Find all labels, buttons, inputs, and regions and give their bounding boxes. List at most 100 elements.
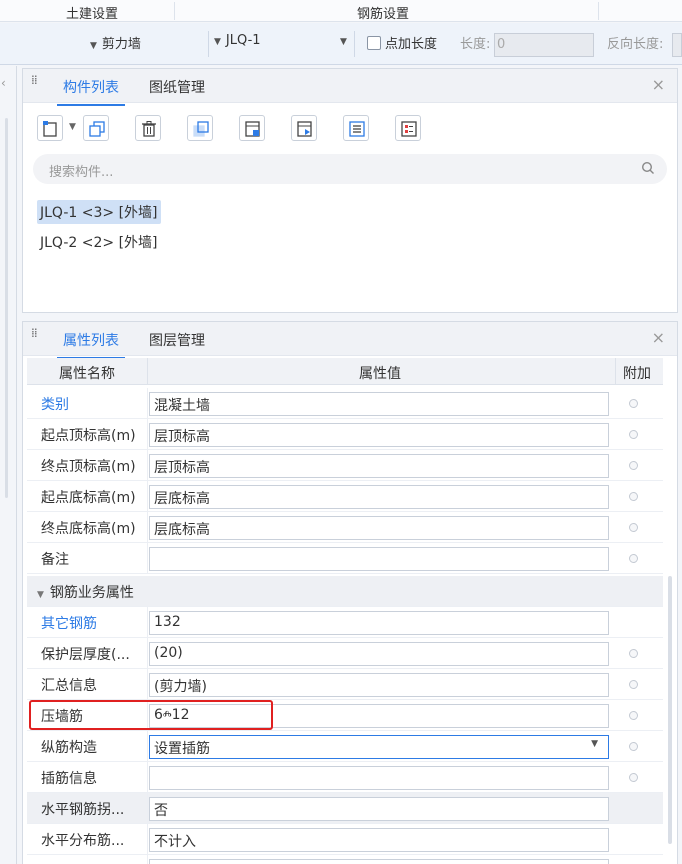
- table-row: 类别 混凝土墙: [27, 388, 663, 419]
- extra-radio[interactable]: [629, 742, 638, 751]
- property-value-field[interactable]: 层底标高: [149, 516, 609, 540]
- extra-radio[interactable]: [629, 711, 638, 720]
- header-property-value: 属性值: [359, 366, 401, 382]
- copy-layer-icon[interactable]: [187, 115, 213, 141]
- table-row: 汇总信息 (剪力墙): [27, 669, 663, 700]
- property-value-field[interactable]: (剪力墙): [149, 673, 609, 697]
- table-header: 属性名称 属性值 附加: [27, 358, 663, 385]
- property-value-field[interactable]: 不计入: [149, 828, 609, 852]
- divider: [147, 358, 148, 385]
- property-name: 类别: [41, 397, 69, 413]
- table-row: 其它钢筋 132: [27, 607, 663, 638]
- tab-property-list[interactable]: 属性列表: [57, 330, 125, 359]
- group-row-rebar[interactable]: ▼ 钢筋业务属性: [27, 576, 663, 607]
- delete-icon[interactable]: [135, 115, 161, 141]
- component-list-panel: ⁞⁞ 构件列表 图纸管理 × ▼ 搜索构件... JLQ-1 <3> [外墙] …: [22, 68, 678, 313]
- extra-radio[interactable]: [629, 430, 638, 439]
- search-placeholder: 搜索构件...: [49, 165, 114, 180]
- table-row: 插筋信息: [27, 762, 663, 793]
- table-row: 起点底标高(m) 层底标高: [27, 481, 663, 512]
- component-name-select[interactable]: ▼ JLQ-1: [214, 33, 261, 55]
- drag-handle-icon[interactable]: ⁞⁞: [31, 74, 39, 86]
- toolbar: ▼ 剪力墙 ▼ JLQ-1 ▼ 点加长度 长度: 0 反向长度:: [0, 23, 682, 65]
- search-icon[interactable]: [641, 161, 655, 179]
- component-type-select[interactable]: ▼ 剪力墙: [90, 33, 141, 55]
- rebar-group-label: ▼ 钢筋业务属性: [37, 585, 134, 601]
- tab-component-list[interactable]: 构件列表: [57, 77, 125, 106]
- chevron-down-icon[interactable]: ▼: [69, 122, 76, 132]
- component-search-input[interactable]: 搜索构件...: [33, 154, 667, 184]
- checkbox-icon[interactable]: [367, 36, 381, 50]
- divider: [174, 2, 175, 20]
- component-type-value: 剪力墙: [101, 37, 141, 52]
- sort-icon[interactable]: [343, 115, 369, 141]
- chevron-down-icon[interactable]: ▼: [591, 739, 598, 749]
- table-row: 保护层厚度(... (20): [27, 638, 663, 669]
- property-name: 水平分布筋...: [41, 833, 125, 849]
- property-value-field[interactable]: 132: [149, 611, 609, 635]
- extra-radio[interactable]: [629, 649, 638, 658]
- panel-header: ⁞⁞ 构件列表 图纸管理 ×: [23, 69, 677, 106]
- extra-radio[interactable]: [629, 680, 638, 689]
- collapse-icon[interactable]: ‹: [1, 76, 6, 90]
- copy-icon[interactable]: [83, 115, 109, 141]
- close-icon[interactable]: ×: [652, 75, 665, 94]
- new-icon[interactable]: [37, 115, 63, 141]
- property-value-field[interactable]: 层顶标高: [149, 454, 609, 478]
- header-property-name: 属性名称: [59, 366, 115, 382]
- table-row: 终点底标高(m) 层底标高: [27, 512, 663, 543]
- drag-handle-icon[interactable]: ⁞⁞: [31, 327, 39, 339]
- property-value-field[interactable]: [149, 859, 609, 864]
- property-value-field[interactable]: 层顶标高: [149, 423, 609, 447]
- property-value-field[interactable]: [149, 766, 609, 790]
- property-value-select[interactable]: 设置插筋 ▼: [149, 735, 609, 759]
- property-value-field[interactable]: 否: [149, 797, 609, 821]
- extra-radio[interactable]: [629, 492, 638, 501]
- property-name: 终点顶标高(m): [41, 459, 136, 475]
- ribbon-tabs: 土建设置 钢筋设置: [0, 0, 682, 22]
- reverse-length-input[interactable]: [672, 33, 682, 57]
- extra-radio[interactable]: [629, 461, 638, 470]
- scrollbar[interactable]: [5, 118, 8, 498]
- component-item[interactable]: JLQ-1 <3> [外墙]: [37, 200, 161, 224]
- property-name: 其它钢筋: [41, 616, 97, 632]
- tab-rebar-settings[interactable]: 钢筋设置: [357, 3, 409, 22]
- tab-drawing-management[interactable]: 图纸管理: [149, 77, 205, 97]
- chevron-down-icon: ▼: [214, 37, 221, 47]
- close-icon[interactable]: ×: [652, 328, 665, 347]
- property-value-text: 设置插筋: [154, 741, 210, 757]
- table-row: 备注: [27, 543, 663, 574]
- import-icon[interactable]: [291, 115, 317, 141]
- table-row: [27, 855, 663, 864]
- property-value-field[interactable]: 混凝土墙: [149, 392, 609, 416]
- property-value-field[interactable]: (20): [149, 642, 609, 666]
- layer-copy-icon[interactable]: [239, 115, 265, 141]
- length-label: 长度:: [460, 37, 491, 52]
- property-name: 起点顶标高(m): [41, 428, 136, 444]
- tab-civil-settings[interactable]: 土建设置: [66, 3, 118, 22]
- extra-radio[interactable]: [629, 399, 638, 408]
- divider: [354, 31, 355, 57]
- point-length-checkbox[interactable]: 点加长度: [367, 33, 437, 55]
- tab-layer-management[interactable]: 图层管理: [149, 330, 205, 350]
- table-row: 水平钢筋拐... 否: [27, 793, 663, 824]
- length-input[interactable]: 0: [494, 33, 594, 57]
- divider: [598, 2, 599, 20]
- chevron-down-icon[interactable]: ▼: [37, 590, 44, 600]
- property-name: 起点底标高(m): [41, 490, 136, 506]
- extra-radio[interactable]: [629, 773, 638, 782]
- table-row: 起点顶标高(m) 层顶标高: [27, 419, 663, 450]
- property-value-field[interactable]: [149, 547, 609, 571]
- divider: [615, 358, 616, 385]
- property-scrollbar[interactable]: [668, 576, 672, 844]
- property-name: 保护层厚度(...: [41, 647, 130, 663]
- component-item[interactable]: JLQ-2 <2> [外墙]: [37, 230, 161, 254]
- filter-icon[interactable]: [395, 115, 421, 141]
- property-value-field[interactable]: 层底标高: [149, 485, 609, 509]
- chevron-down-icon[interactable]: ▼: [340, 33, 352, 55]
- property-name: 插筋信息: [41, 771, 97, 787]
- extra-radio[interactable]: [629, 554, 638, 563]
- table-row: 终点顶标高(m) 层顶标高: [27, 450, 663, 481]
- table-row: 纵筋构造 设置插筋 ▼: [27, 731, 663, 762]
- extra-radio[interactable]: [629, 523, 638, 532]
